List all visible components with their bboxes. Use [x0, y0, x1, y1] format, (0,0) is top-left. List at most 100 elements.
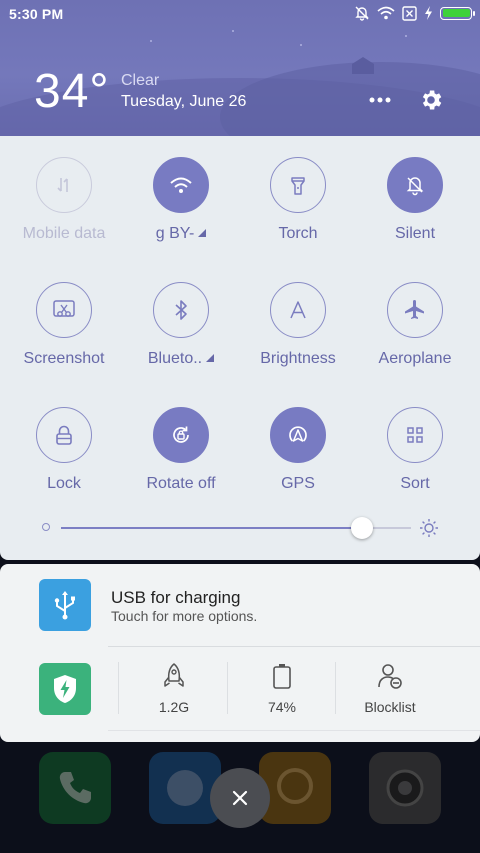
- phone-icon: [59, 772, 91, 804]
- dropdown-caret-icon[interactable]: [206, 354, 215, 362]
- brightness-thumb[interactable]: [351, 517, 373, 539]
- divider: [108, 646, 480, 647]
- tile-silent[interactable]: Silent: [356, 157, 474, 245]
- tile-label: Aeroplane: [378, 350, 452, 367]
- wifi-icon: [170, 177, 192, 193]
- tile-label: Mobile data: [22, 225, 106, 242]
- tile-label: Blueto..: [122, 350, 240, 370]
- tile-lock-button[interactable]: [36, 407, 92, 463]
- memory-value: 1.2G: [158, 699, 190, 715]
- silent-icon: [406, 177, 424, 196]
- bluetooth-label: Blueto..: [147, 350, 203, 367]
- close-panel-button[interactable]: [210, 768, 270, 828]
- tile-label: GPS: [281, 475, 315, 492]
- tile-label: Silent: [394, 225, 436, 242]
- tile-aeroplane[interactable]: Aeroplane: [356, 282, 474, 370]
- tile-aeroplane-button[interactable]: [387, 282, 443, 338]
- tile-label: Torch: [278, 225, 318, 242]
- tile-label: Brightness: [260, 350, 336, 367]
- brightness-auto-icon: [290, 301, 306, 319]
- bluetooth-icon: [175, 300, 187, 320]
- torch-icon: [291, 177, 305, 195]
- notification-card: USB for charging Touch for more options.…: [0, 564, 480, 742]
- usb-notification-title: USB for charging: [111, 588, 241, 607]
- camera-icon: [386, 769, 424, 807]
- shield-bolt-icon: [54, 675, 76, 703]
- brightness-slider[interactable]: [40, 516, 440, 540]
- tile-bluetooth[interactable]: Blueto..: [122, 282, 240, 370]
- tile-mobile-data-button[interactable]: [36, 157, 92, 213]
- tile-screenshot-button[interactable]: [36, 282, 92, 338]
- phone-app[interactable]: [39, 752, 111, 824]
- tile-label: Sort: [400, 475, 430, 492]
- tile-screenshot[interactable]: Screenshot: [5, 282, 123, 370]
- more-dots-icon: [369, 97, 391, 103]
- boost-memory-button[interactable]: 1.2G: [120, 662, 228, 715]
- brightness-high-icon: [420, 519, 438, 537]
- tile-rotate-button[interactable]: [153, 407, 209, 463]
- rotate-icon: [173, 426, 189, 443]
- weather-condition[interactable]: Clear: [121, 72, 159, 90]
- security-app-icon[interactable]: [39, 663, 91, 715]
- messaging-app[interactable]: [259, 752, 331, 824]
- tile-sort-button[interactable]: [387, 407, 443, 463]
- tile-label: Screenshot: [23, 350, 105, 367]
- status-bar: 5:30 PM: [0, 0, 480, 28]
- blocklist-label: Blocklist: [364, 699, 416, 715]
- tile-torch-button[interactable]: [270, 157, 326, 213]
- battery-saver-button[interactable]: 74%: [228, 662, 336, 715]
- tile-gps-button[interactable]: [270, 407, 326, 463]
- lock-icon: [56, 425, 72, 445]
- tile-wifi[interactable]: g BY-: [122, 157, 240, 245]
- notification-header: 5:30 PM 34° Clear Tuesday, June 26: [0, 0, 480, 136]
- tile-bluetooth-button[interactable]: [153, 282, 209, 338]
- weather-temperature[interactable]: 34°: [34, 64, 110, 119]
- grid-icon: [407, 427, 423, 443]
- tile-torch[interactable]: Torch: [239, 157, 357, 245]
- battery-value: 74%: [267, 699, 297, 715]
- house-silhouette: [352, 57, 374, 74]
- more-button[interactable]: [366, 86, 394, 114]
- charging-icon: [425, 6, 432, 20]
- tile-label: Lock: [47, 475, 81, 492]
- usb-app-icon: [39, 579, 91, 631]
- divider: [108, 730, 480, 731]
- divider: [118, 662, 119, 714]
- status-icons: [354, 5, 475, 21]
- brightness-track-filled[interactable]: [61, 527, 362, 529]
- camera-app[interactable]: [369, 752, 441, 824]
- browser-icon: [167, 770, 203, 806]
- tile-brightness[interactable]: Brightness: [239, 282, 357, 370]
- header-star: [150, 40, 152, 42]
- tile-mobile-data[interactable]: Mobile data: [5, 157, 123, 245]
- tile-gps[interactable]: GPS: [239, 407, 357, 495]
- weather-date[interactable]: Tuesday, June 26: [121, 93, 246, 111]
- tile-label: Rotate off: [146, 475, 216, 492]
- header-star: [300, 44, 302, 46]
- tile-brightness-button[interactable]: [270, 282, 326, 338]
- mobile-data-icon: [57, 178, 68, 192]
- battery-icon: [440, 6, 475, 20]
- tile-silent-button[interactable]: [387, 157, 443, 213]
- tile-rotate[interactable]: Rotate off: [122, 407, 240, 495]
- dropdown-caret-icon[interactable]: [198, 229, 207, 237]
- wifi-network-name: g BY-: [155, 225, 195, 242]
- rocket-icon: [164, 663, 184, 687]
- usb-notification-subtitle: Touch for more options.: [111, 608, 258, 624]
- wifi-icon: [377, 6, 395, 20]
- header-star: [232, 30, 234, 32]
- mute-icon: [355, 6, 369, 21]
- airplane-icon: [405, 300, 424, 319]
- settings-button[interactable]: [417, 86, 445, 114]
- no-sim-icon: [402, 5, 417, 21]
- tile-wifi-button[interactable]: [153, 157, 209, 213]
- usb-icon: [54, 591, 75, 620]
- browser-app[interactable]: [149, 752, 221, 824]
- gps-icon: [289, 426, 307, 442]
- tile-label: g BY-: [122, 225, 240, 245]
- tile-lock[interactable]: Lock: [5, 407, 123, 495]
- tile-sort[interactable]: Sort: [356, 407, 474, 495]
- close-icon: [232, 790, 248, 806]
- blocklist-button[interactable]: Blocklist: [336, 662, 444, 715]
- status-time: 5:30 PM: [9, 6, 64, 22]
